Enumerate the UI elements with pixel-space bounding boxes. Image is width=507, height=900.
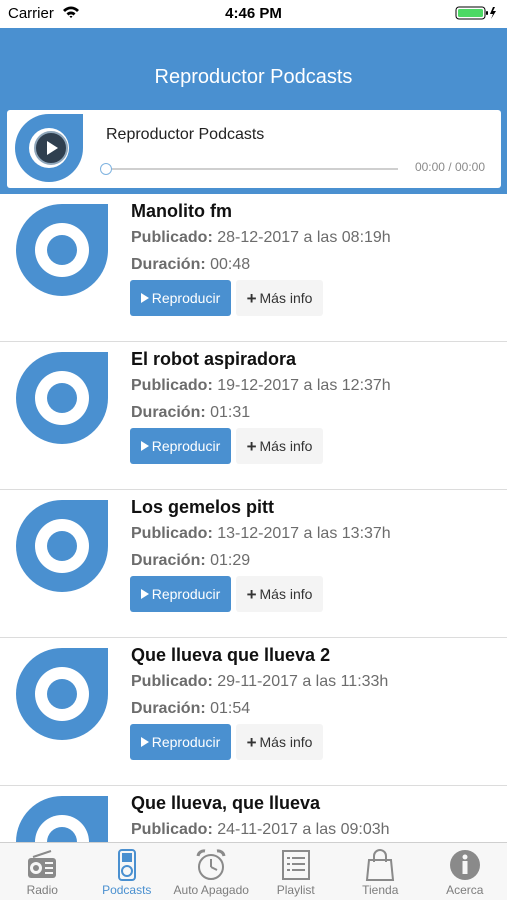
podcast-logo bbox=[16, 352, 108, 444]
status-bar: Carrier 4:46 PM bbox=[0, 0, 507, 28]
battery-icon bbox=[455, 6, 499, 25]
tab-tienda[interactable]: Tienda bbox=[338, 843, 423, 900]
more-info-label: Más info bbox=[259, 290, 313, 306]
tab-auto-apagado-label: Auto Apagado bbox=[173, 883, 249, 897]
podcast-published: Publicado: 13-12-2017 a las 13:37h bbox=[131, 525, 391, 543]
tab-radio-label: Radio bbox=[26, 883, 58, 897]
podcast-duration: Duración: 00:48 bbox=[131, 256, 250, 274]
podcast-logo bbox=[16, 204, 108, 296]
podcast-row: Los gemelos pitt Publicado: 13-12-2017 a… bbox=[0, 490, 507, 638]
more-info-button[interactable]: + Más info bbox=[236, 724, 323, 760]
tab-playlist[interactable]: Playlist bbox=[254, 843, 339, 900]
podcast-title: El robot aspiradora bbox=[131, 349, 297, 369]
ipod-icon bbox=[117, 849, 136, 881]
podcast-row: Que llueva, que llueva Publicado: 24-11-… bbox=[0, 786, 507, 842]
podcast-published: Publicado: 19-12-2017 a las 12:37h bbox=[131, 377, 391, 395]
tab-podcasts-label: Podcasts bbox=[102, 883, 152, 897]
radio-icon bbox=[28, 850, 57, 878]
published-value: 29-11-2017 a las 11:33h bbox=[217, 673, 389, 690]
plus-icon: + bbox=[246, 288, 257, 308]
published-label: Publicado: bbox=[131, 377, 213, 394]
duration-value: 01:54 bbox=[210, 700, 251, 717]
duration-label: Duración: bbox=[131, 700, 206, 717]
podcast-row: El robot aspiradora Publicado: 19-12-201… bbox=[0, 342, 507, 490]
podcast-title: Los gemelos pitt bbox=[131, 497, 275, 517]
play-icon bbox=[140, 737, 149, 747]
published-value: 13-12-2017 a las 13:37h bbox=[217, 525, 391, 542]
play-button[interactable]: Reproducir bbox=[130, 428, 231, 464]
tab-tienda-label: Tienda bbox=[362, 883, 399, 897]
progress-slider-knob[interactable] bbox=[100, 163, 112, 175]
podcast-row: Que llueva que llueva 2 Publicado: 29-11… bbox=[0, 638, 507, 786]
podcast-logo bbox=[16, 500, 108, 592]
list-icon bbox=[281, 850, 310, 880]
tab-podcasts[interactable]: Podcasts bbox=[85, 843, 170, 900]
play-icon bbox=[34, 131, 68, 165]
more-info-label: Más info bbox=[259, 586, 313, 602]
tab-radio[interactable]: Radio bbox=[0, 843, 85, 900]
player-title: Reproductor Podcasts bbox=[106, 126, 265, 143]
more-info-label: Más info bbox=[259, 734, 313, 750]
play-button-label: Reproducir bbox=[151, 734, 221, 750]
podcast-title: Que llueva que llueva 2 bbox=[131, 645, 331, 665]
published-value: 24-11-2017 a las 09:03h bbox=[217, 821, 390, 838]
podcast-list[interactable]: Manolito fm Publicado: 28-12-2017 a las … bbox=[0, 194, 507, 842]
duration-value: 01:29 bbox=[210, 552, 251, 569]
podcast-title: Que llueva, que llueva bbox=[131, 793, 321, 813]
more-info-button[interactable]: + Más info bbox=[236, 428, 323, 464]
play-pause-button[interactable] bbox=[33, 130, 69, 166]
time-readout: 00:00 / 00:00 bbox=[414, 160, 485, 174]
alarm-clock-icon bbox=[196, 849, 226, 880]
tab-auto-apagado[interactable]: Auto Apagado bbox=[169, 843, 254, 900]
podcast-duration: Duración: 01:29 bbox=[131, 552, 250, 570]
podcast-duration: Duración: 01:54 bbox=[131, 700, 250, 718]
duration-value: 01:31 bbox=[210, 404, 251, 421]
info-icon bbox=[449, 850, 480, 880]
play-button[interactable]: Reproducir bbox=[130, 576, 231, 612]
podcast-row: Manolito fm Publicado: 28-12-2017 a las … bbox=[0, 194, 507, 342]
published-label: Publicado: bbox=[131, 821, 213, 838]
more-info-button[interactable]: + Más info bbox=[236, 576, 323, 612]
play-button-label: Reproducir bbox=[151, 438, 221, 454]
play-icon bbox=[140, 589, 149, 599]
duration-label: Duración: bbox=[131, 552, 206, 569]
podcast-published: Publicado: 24-11-2017 a las 09:03h bbox=[131, 821, 390, 839]
page-title: Reproductor Podcasts bbox=[154, 66, 353, 88]
play-button[interactable]: Reproducir bbox=[130, 280, 231, 316]
shopping-bag-icon bbox=[366, 849, 395, 881]
more-info-label: Más info bbox=[259, 438, 313, 454]
plus-icon: + bbox=[246, 436, 257, 456]
tab-acerca-label: Acerca bbox=[446, 883, 484, 897]
play-button[interactable]: Reproducir bbox=[130, 724, 231, 760]
podcast-logo bbox=[16, 648, 108, 740]
plus-icon: + bbox=[246, 732, 257, 752]
duration-value: 00:48 bbox=[210, 256, 251, 273]
tab-playlist-label: Playlist bbox=[276, 883, 315, 897]
duration-label: Duración: bbox=[131, 256, 206, 273]
tab-acerca[interactable]: Acerca bbox=[423, 843, 507, 900]
clock: 4:46 PM bbox=[225, 5, 282, 22]
tab-bar: Radio Podcasts Auto Apagado Playlist Tie… bbox=[0, 842, 507, 900]
podcast-title: Manolito fm bbox=[131, 201, 232, 221]
now-playing-card: Reproductor Podcasts 00:00 / 00:00 bbox=[7, 110, 501, 188]
play-button-label: Reproducir bbox=[151, 586, 221, 602]
progress-track[interactable] bbox=[106, 168, 398, 170]
published-label: Publicado: bbox=[131, 525, 213, 542]
podcast-published: Publicado: 29-11-2017 a las 11:33h bbox=[131, 673, 388, 691]
podcast-logo bbox=[16, 796, 108, 842]
published-label: Publicado: bbox=[131, 229, 213, 246]
podcast-published: Publicado: 28-12-2017 a las 08:19h bbox=[131, 229, 391, 247]
play-icon bbox=[140, 293, 149, 303]
plus-icon: + bbox=[246, 584, 257, 604]
more-info-button[interactable]: + Más info bbox=[236, 280, 323, 316]
published-label: Publicado: bbox=[131, 673, 213, 690]
play-button-label: Reproducir bbox=[151, 290, 221, 306]
published-value: 19-12-2017 a las 12:37h bbox=[217, 377, 391, 394]
play-icon bbox=[140, 441, 149, 451]
podcast-duration: Duración: 01:31 bbox=[131, 404, 250, 422]
duration-label: Duración: bbox=[131, 404, 206, 421]
published-value: 28-12-2017 a las 08:19h bbox=[217, 229, 391, 246]
